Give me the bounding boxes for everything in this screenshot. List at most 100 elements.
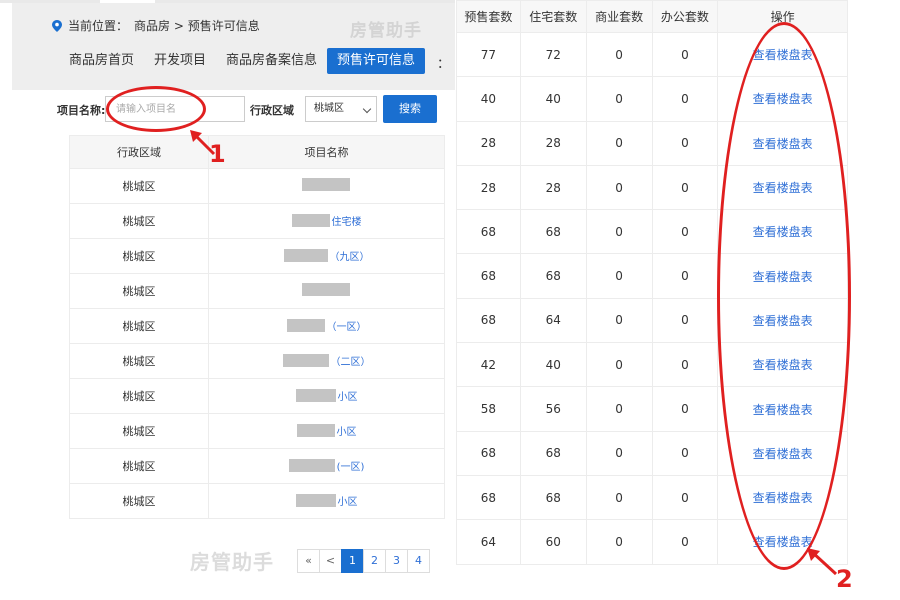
presale-count-cell: 68 bbox=[456, 474, 521, 521]
left-panel: 当前位置： 商品房 > 预售许可信息 房管助手 商品房首页 开发项目 商品房备案… bbox=[0, 0, 455, 600]
nav-overflow[interactable]: ： bbox=[437, 53, 450, 72]
table-row[interactable]: 桃城区 小区 bbox=[69, 413, 445, 449]
office-count-cell: 0 bbox=[651, 342, 719, 388]
table-row[interactable]: 桃城区 小区 bbox=[69, 483, 445, 519]
project-name-suffix: (一区) bbox=[336, 461, 365, 473]
table-row[interactable]: 桃城区 （二区） bbox=[69, 343, 445, 379]
office-count-cell: 0 bbox=[651, 253, 719, 299]
redacted-project-name bbox=[288, 458, 335, 472]
table-row[interactable]: 桃城区 住宅楼 bbox=[69, 203, 445, 239]
residential-count-cell: 68 bbox=[519, 474, 587, 521]
residential-count-cell: 64 bbox=[519, 297, 587, 344]
location-pin-icon bbox=[52, 19, 62, 32]
redacted-project-name bbox=[295, 388, 336, 402]
project-name-link[interactable]: 小区 bbox=[295, 388, 358, 403]
district-cell: 桃城区 bbox=[69, 273, 209, 309]
project-name-suffix: （二区） bbox=[330, 356, 371, 368]
page-button-1[interactable]: 1 bbox=[341, 549, 364, 573]
district-select-value: 桃城区 bbox=[314, 103, 344, 114]
commercial-count-cell: 0 bbox=[585, 253, 653, 299]
nav-home[interactable]: 商品房首页 bbox=[59, 48, 144, 74]
commercial-count-cell: 0 bbox=[585, 209, 653, 255]
project-cell[interactable]: 住宅楼 bbox=[208, 203, 445, 239]
residential-count-cell: 68 bbox=[519, 430, 587, 476]
district-cell: 桃城区 bbox=[69, 448, 209, 484]
project-name-link[interactable]: 小区 bbox=[296, 423, 357, 438]
district-cell: 桃城区 bbox=[69, 413, 209, 449]
residential-count-cell: 40 bbox=[519, 76, 587, 122]
breadcrumb: 当前位置： 商品房 > 预售许可信息 bbox=[52, 17, 260, 34]
project-name-link[interactable] bbox=[301, 178, 352, 191]
office-count-cell: 0 bbox=[651, 120, 719, 166]
district-cell: 桃城区 bbox=[69, 343, 209, 379]
district-cell: 桃城区 bbox=[69, 203, 209, 239]
district-select[interactable]: 桃城区 bbox=[305, 96, 377, 122]
project-cell[interactable]: 小区 bbox=[208, 378, 445, 414]
commercial-count-cell: 0 bbox=[585, 76, 653, 122]
project-table: 行政区域 项目名称 桃城区 桃城区 住宅楼 桃城区 （九区） 桃城区 桃城区 （一区） 桃城区（… bbox=[69, 135, 445, 519]
project-name-link[interactable]: 小区 bbox=[295, 493, 358, 508]
search-button[interactable]: 搜索 bbox=[383, 95, 437, 123]
project-name-suffix: 小区 bbox=[336, 426, 357, 438]
nav-presale-permit[interactable]: 预售许可信息 bbox=[327, 48, 426, 74]
project-cell[interactable]: （一区） bbox=[208, 308, 445, 344]
project-name-suffix: 小区 bbox=[337, 496, 358, 508]
project-name-link[interactable]: 住宅楼 bbox=[291, 213, 362, 228]
presale-count-cell: 58 bbox=[456, 386, 521, 432]
column-header-presale: 预售套数 bbox=[456, 0, 521, 33]
table-row[interactable]: 桃城区 bbox=[69, 273, 445, 309]
column-header-commercial: 商业套数 bbox=[585, 0, 653, 33]
page-button-2[interactable]: 2 bbox=[363, 549, 386, 573]
chevron-down-icon bbox=[362, 104, 372, 114]
page-button-4[interactable]: 4 bbox=[407, 549, 430, 573]
nav-filing-info[interactable]: 商品房备案信息 bbox=[216, 48, 327, 74]
table-row[interactable]: 桃城区 （九区） bbox=[69, 238, 445, 274]
project-name-link[interactable]: （一区） bbox=[286, 318, 367, 333]
project-name-link[interactable] bbox=[301, 283, 352, 296]
presale-count-cell: 28 bbox=[456, 120, 521, 166]
project-name-suffix: 住宅楼 bbox=[331, 216, 362, 228]
commercial-count-cell: 0 bbox=[585, 519, 653, 565]
redacted-project-name bbox=[295, 493, 336, 507]
first-page-button[interactable]: « bbox=[297, 549, 320, 573]
pagination: « < 1 2 3 4 bbox=[297, 549, 430, 573]
redacted-project-name bbox=[286, 318, 325, 332]
presale-count-cell: 68 bbox=[456, 297, 521, 344]
office-count-cell: 0 bbox=[651, 31, 719, 78]
project-name-link[interactable]: (一区) bbox=[288, 458, 365, 473]
presale-count-cell: 40 bbox=[456, 76, 521, 122]
commercial-count-cell: 0 bbox=[585, 31, 653, 78]
commercial-count-cell: 0 bbox=[585, 297, 653, 344]
main-nav: 商品房首页 开发项目 商品房备案信息 预售许可信息 bbox=[59, 48, 426, 74]
district-cell: 桃城区 bbox=[69, 378, 209, 414]
page-button-3[interactable]: 3 bbox=[385, 549, 408, 573]
nav-dev-projects[interactable]: 开发项目 bbox=[144, 48, 216, 74]
project-cell[interactable]: （二区） bbox=[208, 343, 445, 379]
residential-count-cell: 28 bbox=[519, 120, 587, 166]
project-cell[interactable]: 小区 bbox=[208, 413, 445, 449]
project-name-suffix: （九区） bbox=[329, 251, 370, 263]
project-name-link[interactable]: （九区） bbox=[283, 248, 370, 263]
column-header-residential: 住宅套数 bbox=[519, 0, 587, 33]
project-cell[interactable]: (一区) bbox=[208, 448, 445, 484]
table-row[interactable]: 桃城区 (一区) bbox=[69, 448, 445, 484]
redacted-project-name bbox=[301, 283, 350, 296]
residential-count-cell: 68 bbox=[519, 209, 587, 255]
commercial-count-cell: 0 bbox=[585, 342, 653, 388]
prev-page-button[interactable]: < bbox=[319, 549, 342, 573]
project-cell[interactable] bbox=[208, 168, 445, 204]
commercial-count-cell: 0 bbox=[585, 430, 653, 476]
table-row[interactable]: 桃城区 bbox=[69, 168, 445, 204]
table-row[interactable]: 桃城区 （一区） bbox=[69, 308, 445, 344]
table-row[interactable]: 桃城区 小区 bbox=[69, 378, 445, 414]
project-name-link[interactable]: （二区） bbox=[282, 353, 371, 368]
breadcrumb-prefix: 当前位置： bbox=[68, 19, 129, 33]
office-count-cell: 0 bbox=[651, 297, 719, 344]
project-cell[interactable]: （九区） bbox=[208, 238, 445, 274]
presale-count-cell: 42 bbox=[456, 342, 521, 388]
residential-count-cell: 60 bbox=[519, 519, 587, 565]
presale-count-cell: 68 bbox=[456, 209, 521, 255]
project-cell[interactable] bbox=[208, 273, 445, 309]
project-cell[interactable]: 小区 bbox=[208, 483, 445, 519]
breadcrumb-path: 商品房 > 预售许可信息 bbox=[134, 19, 260, 33]
